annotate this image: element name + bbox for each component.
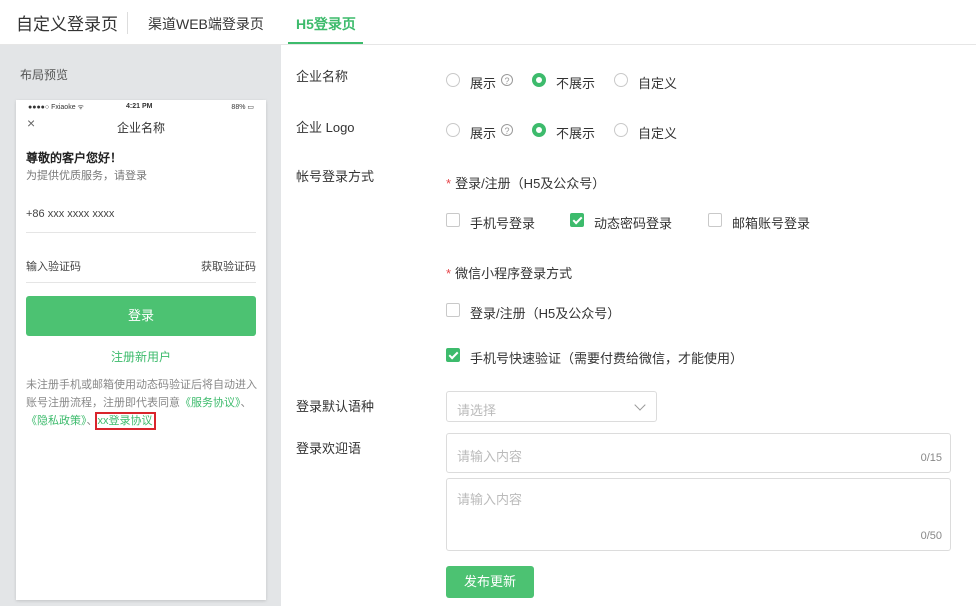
chevron-down-icon: [634, 399, 646, 411]
login-agreement-link[interactable]: xx登录协议: [94, 412, 156, 430]
preview-phone-placeholder: +86 xxx xxxx xxxx: [26, 208, 115, 220]
terms-separator: 、: [86, 415, 98, 427]
terms-separator: 、: [240, 397, 252, 409]
privacy-policy-link[interactable]: 《隐私政策》: [26, 415, 87, 427]
status-battery: 88% ▭: [231, 104, 254, 111]
publish-update-button[interactable]: 发布更新: [446, 566, 534, 598]
char-counter: 0/15: [920, 452, 942, 464]
required-mark: *: [446, 266, 452, 281]
mini-program-section-text: 微信小程序登录方式: [455, 266, 573, 281]
radio-label: 自定义: [638, 126, 678, 141]
preview-sub-greeting: 为提供优质服务，请登录: [26, 170, 147, 182]
radio-circle: [614, 123, 628, 137]
top-tab-bar: 自定义登录页 渠道WEB端登录页 H5登录页: [0, 0, 976, 45]
welcome-message-label: 登录欢迎语: [296, 441, 362, 456]
radio-label: 展示: [470, 126, 497, 141]
radio-circle: [532, 123, 546, 137]
h5-login-section-text: 登录/注册（H5及公众号）: [455, 176, 606, 191]
register-link[interactable]: 注册新用户: [16, 348, 266, 365]
select-placeholder: 请选择: [457, 403, 497, 418]
h5-login-section-label: * 登录/注册（H5及公众号）: [446, 173, 605, 192]
input-placeholder: 请输入内容: [457, 449, 523, 464]
tab-web-login[interactable]: 渠道WEB端登录页: [148, 14, 264, 34]
checkbox-box: [446, 348, 460, 362]
account-login-label: 帐号登录方式: [296, 169, 375, 184]
welcome-title-input[interactable]: 请输入内容 0/15: [446, 433, 951, 473]
preview-company-name: 企业名称: [116, 121, 165, 135]
char-counter: 0/50: [920, 530, 942, 542]
radio-circle: [614, 73, 628, 87]
checkbox-label: 手机号登录: [470, 216, 536, 231]
welcome-body-textarea[interactable]: 请输入内容 0/50: [446, 478, 951, 551]
help-icon[interactable]: ?: [501, 124, 513, 136]
radio-circle: [446, 123, 460, 137]
checkbox-label: 登录/注册（H5及公众号）: [470, 306, 621, 321]
status-time: 4:21 PM: [126, 103, 153, 110]
get-code-button[interactable]: 获取验证码: [201, 258, 256, 274]
preview-code-label: 输入验证码: [26, 261, 81, 273]
input-placeholder: 请输入内容: [457, 492, 523, 507]
phone-status-bar: ●●●●○ Fxiaoke ᯤ 4:21 PM 88% ▭: [16, 100, 266, 112]
mini-program-section-label: * 微信小程序登录方式: [446, 263, 572, 282]
checkbox-box: [708, 213, 722, 227]
preview-phone-input[interactable]: +86 xxx xxxx xxxx: [26, 196, 256, 233]
tab-h5-login[interactable]: H5登录页: [296, 14, 356, 34]
radio-label: 自定义: [638, 76, 678, 91]
company-name-label: 企业名称: [296, 69, 349, 84]
status-carrier: ●●●●○ Fxiaoke ᯤ: [28, 104, 84, 111]
default-language-label: 登录默认语种: [296, 399, 375, 414]
active-tab-indicator: [288, 42, 363, 44]
preview-login-button[interactable]: 登录: [26, 296, 256, 336]
radio-circle: [532, 73, 546, 87]
radio-label: 展示: [470, 76, 497, 91]
page-title: 自定义登录页: [16, 15, 118, 34]
default-language-select[interactable]: 请选择: [446, 391, 657, 422]
radio-label: 不展示: [556, 126, 596, 141]
checkbox-label: 手机号快速验证（需要付费给微信，才能使用）: [470, 351, 744, 366]
tab-divider: [127, 12, 128, 34]
radio-circle: [446, 73, 460, 87]
help-icon[interactable]: ?: [501, 74, 513, 86]
checkbox-label: 动态密码登录: [594, 216, 673, 231]
radio-label: 不展示: [556, 76, 596, 91]
preview-terms: 未注册手机或邮箱使用动态码验证后将自动进入账号注册流程，注册即代表同意《服务协议…: [26, 376, 260, 430]
checkbox-box: [446, 213, 460, 227]
phone-preview: ●●●●○ Fxiaoke ᯤ 4:21 PM 88% ▭ × 企业名称 尊敬的…: [16, 100, 266, 600]
checkbox-box: [570, 213, 584, 227]
layout-preview-panel: 布局预览 ●●●●○ Fxiaoke ᯤ 4:21 PM 88% ▭ × 企业名…: [0, 45, 281, 606]
checkbox-box: [446, 303, 460, 317]
preview-label: 布局预览: [20, 68, 69, 82]
preview-greeting: 尊敬的客户您好！: [26, 151, 123, 165]
service-agreement-link[interactable]: 《服务协议》: [180, 397, 241, 409]
required-mark: *: [446, 176, 452, 191]
company-logo-label: 企业 Logo: [296, 120, 355, 135]
checkbox-label: 邮箱账号登录: [732, 216, 811, 231]
preview-code-input[interactable]: 输入验证码 获取验证码: [26, 246, 256, 283]
